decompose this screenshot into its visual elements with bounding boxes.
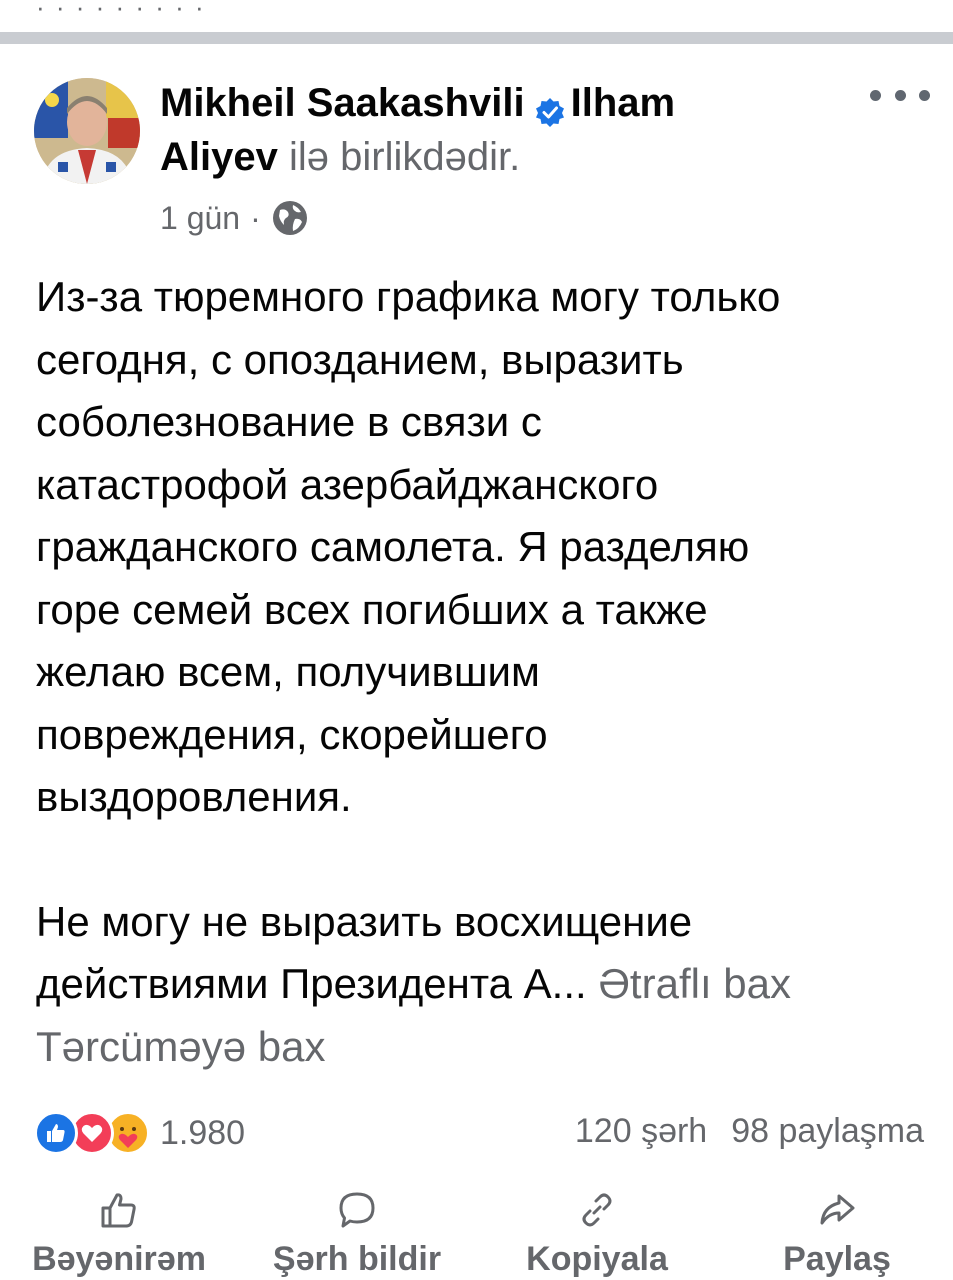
more-dot: [894, 89, 906, 101]
see-more-link[interactable]: Ətraflı bax: [598, 960, 791, 1007]
previous-post-remnant: · · · · · · · · ·: [0, 0, 953, 30]
author-avatar[interactable]: [34, 78, 140, 184]
reactions-summary[interactable]: 1.980: [34, 1110, 245, 1156]
more-dot: [870, 89, 881, 101]
post-line: катастрофой азербайджанского: [36, 460, 659, 508]
author-name[interactable]: Mikheil Saakashvili: [160, 81, 525, 125]
comments-count[interactable]: 120 şərh: [575, 1112, 707, 1151]
tagged-person-name-cont[interactable]: Aliyev: [160, 135, 278, 179]
facebook-post-screen: · · · · · · · · · Mikheil Saakashvili Ilh…: [0, 0, 953, 1280]
more-dot: [919, 89, 930, 101]
like-button[interactable]: Bəyənirəm: [24, 1186, 214, 1280]
post-time[interactable]: 1 gün: [160, 200, 240, 237]
globe-icon[interactable]: [271, 199, 309, 237]
share-button[interactable]: Paylaş: [742, 1186, 932, 1280]
comment-button[interactable]: Şərh bildir: [262, 1186, 452, 1280]
comment-bubble-icon: [339, 1192, 375, 1228]
post-line-with-more: действиями Президента А... Ətraflı bax: [36, 953, 926, 1016]
post-line: сегодня, с опозданием, выразить: [36, 335, 684, 383]
meta-separator: ·: [250, 199, 261, 236]
share-label: Paylaş: [783, 1240, 891, 1278]
avatar-image: [34, 78, 140, 184]
copy-label: Kopiyala: [526, 1240, 668, 1278]
link-icon: [582, 1193, 612, 1227]
post-line: выздоровления.: [36, 773, 352, 820]
post-line: гражданского самолета. Я разделяю: [36, 523, 750, 570]
engagement-stats: 1.980 120 şərh 98 paylaşma: [34, 1108, 924, 1158]
header-line-2: Aliyev ilə birlikdədir.: [160, 130, 860, 184]
like-reaction-icon: [34, 1111, 78, 1155]
copy-link-button[interactable]: Kopiyala: [502, 1186, 692, 1280]
post-line-text: действиями Президента А...: [36, 960, 587, 1007]
reactions-count: 1.980: [160, 1113, 246, 1152]
post-line: соболезнование в связи с: [36, 398, 542, 445]
post-line: повреждения, скорейшего: [36, 710, 548, 758]
previous-post-text: · · · · · · · · ·: [36, 0, 206, 16]
post-line: горе семей всех погибших а также: [36, 585, 708, 633]
shares-count[interactable]: 98 paylaşma: [731, 1112, 924, 1151]
feed-divider: [0, 32, 953, 44]
post-line: Из-за тюремного графика могу только: [36, 273, 781, 320]
verified-badge-icon: [535, 87, 565, 128]
post-header: Mikheil Saakashvili Ilham Aliyev ilə birl…: [160, 76, 860, 184]
post-meta: 1 gün ·: [160, 196, 309, 240]
thumbs-up-icon: [101, 1193, 136, 1228]
comment-label: Şərh bildir: [272, 1240, 442, 1278]
post-line: Не могу не выразить восхищение: [36, 897, 693, 945]
action-bar: Bəyənirəm Şərh bildir Kopiyala Paylaş: [0, 1186, 953, 1280]
post-body: Из-за тюремного графика могу только сего…: [36, 266, 926, 1078]
with-text: ilə birlikdədir.: [288, 135, 521, 179]
more-options-icon[interactable]: [870, 80, 930, 110]
comments-shares-summary: 120 şərh 98 paylaşma: [575, 1112, 924, 1151]
share-arrow-icon: [820, 1194, 855, 1225]
see-translation-link[interactable]: Tərcüməyə bax: [36, 1016, 926, 1079]
like-label: Bəyənirəm: [32, 1240, 206, 1278]
post-line: желаю всем, получившим: [36, 648, 540, 695]
header-line-1: Mikheil Saakashvili Ilham: [160, 76, 860, 130]
tagged-person-name[interactable]: Ilham: [571, 81, 675, 125]
